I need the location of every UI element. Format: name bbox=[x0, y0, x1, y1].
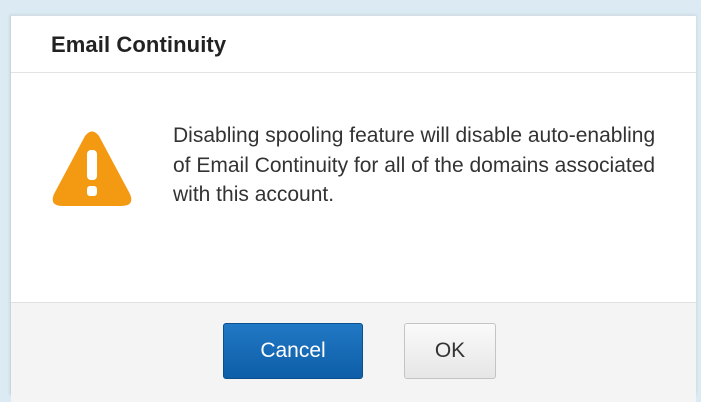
dialog-message: Disabling spooling feature will disable … bbox=[173, 124, 656, 206]
warning-icon bbox=[51, 130, 133, 210]
email-continuity-dialog: Email Continuity Disabling spooling feat… bbox=[10, 15, 696, 402]
ok-button[interactable]: OK bbox=[404, 323, 496, 379]
cancel-button[interactable]: Cancel bbox=[223, 323, 363, 379]
dialog-body: Disabling spooling feature will disable … bbox=[11, 74, 696, 302]
dialog-footer: Cancel OK bbox=[11, 302, 696, 402]
dialog-header: Email Continuity bbox=[11, 16, 696, 73]
dialog-title: Email Continuity bbox=[51, 32, 227, 57]
